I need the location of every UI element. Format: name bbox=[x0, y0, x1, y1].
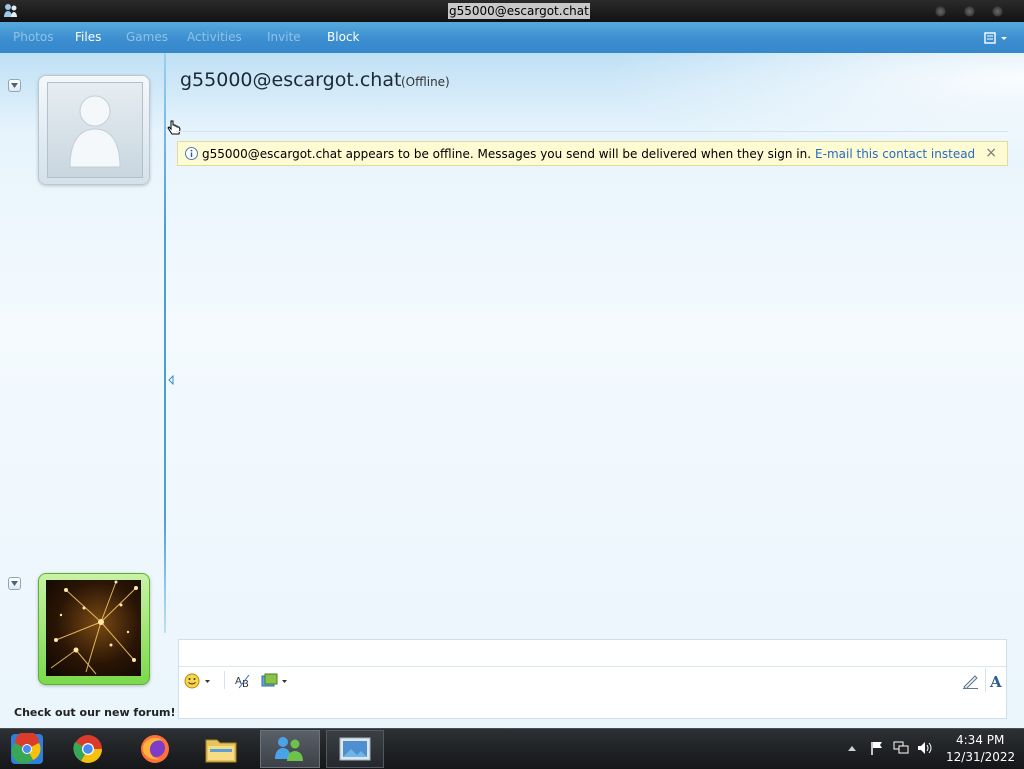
menu-photos[interactable]: Photos bbox=[13, 30, 53, 44]
notice-message: g55000@escargot.chat appears to be offli… bbox=[202, 147, 975, 161]
my-picture-options-button[interactable] bbox=[8, 577, 21, 590]
send-picture-icon[interactable] bbox=[261, 673, 289, 689]
svg-text:B: B bbox=[242, 679, 249, 689]
handwriting-icon[interactable] bbox=[962, 673, 980, 689]
messenger-taskbar-button[interactable] bbox=[260, 730, 320, 768]
chrome-taskbar-icon[interactable] bbox=[72, 733, 104, 765]
chrome-beta-taskbar-icon[interactable] bbox=[10, 733, 44, 765]
taskbar: 4:34 PM 12/31/2022 bbox=[0, 728, 1024, 769]
svg-text:A: A bbox=[989, 673, 1002, 689]
hand-cursor-icon bbox=[167, 120, 181, 135]
window-title: g55000@escargot.chat bbox=[448, 3, 590, 19]
volume-icon[interactable] bbox=[917, 741, 933, 755]
menu-invite[interactable]: Invite bbox=[267, 30, 301, 44]
minimize-button[interactable] bbox=[936, 7, 945, 16]
my-display-picture[interactable] bbox=[38, 573, 150, 685]
email-contact-link[interactable]: E-mail this contact instead bbox=[815, 147, 975, 161]
messenger-logo-icon bbox=[4, 4, 17, 17]
default-avatar bbox=[47, 82, 143, 178]
fireworks-picture bbox=[46, 580, 141, 676]
toolbar-separator bbox=[224, 671, 225, 689]
user-silhouette-icon bbox=[69, 95, 121, 168]
file-explorer-taskbar-icon[interactable] bbox=[204, 734, 238, 764]
taskbar-time[interactable]: 4:34 PM bbox=[956, 733, 1004, 747]
expand-sidebar-icon[interactable] bbox=[168, 375, 174, 385]
message-input-area[interactable]: A B A bbox=[178, 639, 1007, 719]
conversation-window: Check out our new forum! g55000@escargot… bbox=[0, 53, 1024, 728]
pane-divider[interactable] bbox=[164, 53, 166, 633]
contact-picture-options-button[interactable] bbox=[8, 79, 21, 92]
emoticon-icon[interactable] bbox=[184, 673, 212, 689]
maximize-button[interactable] bbox=[965, 7, 974, 16]
taskbar-date[interactable]: 12/31/2022 bbox=[946, 750, 1015, 764]
contact-name: g55000@escargot.chat bbox=[180, 69, 402, 91]
font-icon[interactable]: A bbox=[989, 673, 1003, 689]
network-icon[interactable] bbox=[893, 741, 909, 755]
menu-activities[interactable]: Activities bbox=[187, 30, 242, 44]
input-toolbar-divider bbox=[179, 666, 1006, 667]
header-divider bbox=[176, 131, 1008, 132]
photo-viewer-taskbar-icon bbox=[339, 737, 371, 761]
toolbar-separator bbox=[985, 668, 986, 692]
photos-taskbar-button[interactable] bbox=[326, 730, 384, 768]
info-icon bbox=[185, 147, 198, 160]
fireworks-image bbox=[50, 580, 138, 675]
promo-text[interactable]: Check out our new forum! bbox=[14, 706, 176, 719]
action-center-flag-icon[interactable] bbox=[870, 741, 884, 755]
firefox-taskbar-icon[interactable] bbox=[139, 733, 171, 765]
menu-block[interactable]: Block bbox=[327, 30, 359, 44]
close-button[interactable] bbox=[993, 7, 1002, 16]
show-menu-icon[interactable] bbox=[984, 30, 1010, 46]
chevron-down-icon bbox=[11, 83, 18, 88]
contact-status: (Offline) bbox=[401, 75, 450, 89]
messenger-taskbar-icon bbox=[275, 737, 303, 761]
menu-files[interactable]: Files bbox=[75, 30, 101, 44]
close-notice-button[interactable]: × bbox=[985, 145, 997, 161]
offline-notice-bar: g55000@escargot.chat appears to be offli… bbox=[177, 141, 1008, 166]
menu-games[interactable]: Games bbox=[126, 30, 168, 44]
show-hidden-icons-icon[interactable] bbox=[848, 745, 856, 751]
contact-display-picture[interactable] bbox=[38, 75, 150, 185]
chevron-down-icon bbox=[11, 581, 18, 586]
spell-check-icon[interactable]: A B bbox=[235, 673, 253, 689]
title-bar: g55000@escargot.chat bbox=[0, 0, 1024, 22]
notice-text: g55000@escargot.chat appears to be offli… bbox=[202, 147, 812, 161]
conversation-menu-bar: Photos Files Games Activities Invite Blo… bbox=[0, 22, 1024, 53]
